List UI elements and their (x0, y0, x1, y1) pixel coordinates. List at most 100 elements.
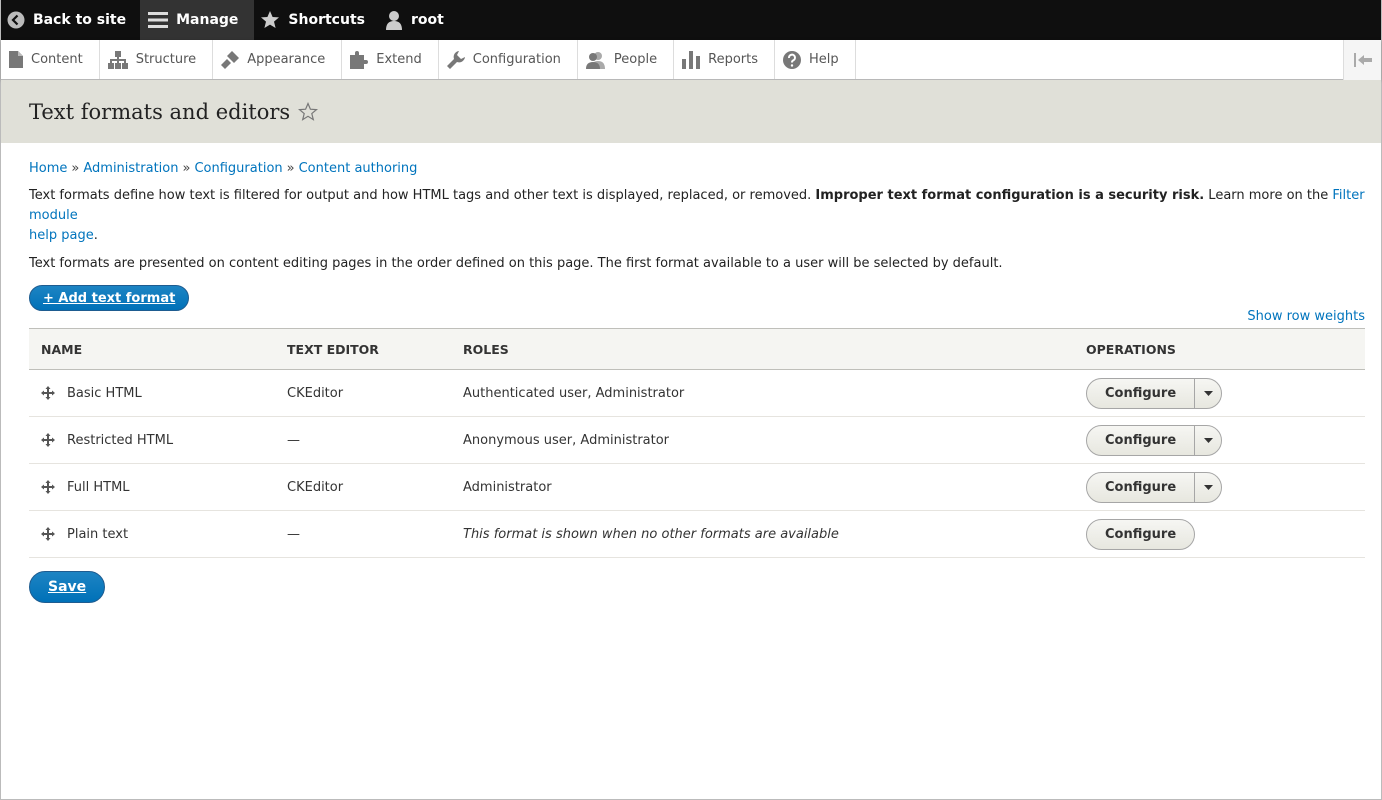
table-row: Restricted HTML — Anonymous user, Admini… (29, 416, 1365, 464)
format-name: Plain text (67, 526, 129, 542)
configure-button[interactable]: Configure (1087, 520, 1194, 549)
shortcut-star-icon[interactable] (298, 101, 319, 122)
tray-item-label: Content (31, 52, 83, 67)
wrench-icon (446, 50, 465, 69)
back-to-site-link[interactable]: Back to site (1, 0, 140, 40)
manage-tab[interactable]: Manage (140, 0, 255, 40)
format-editor: CKEditor (275, 463, 451, 511)
paintbrush-icon (221, 50, 240, 69)
tray-item-label: Appearance (247, 52, 326, 67)
table-header-row: Name Text editor Roles Operations (29, 328, 1365, 370)
format-editor: CKEditor (275, 369, 451, 417)
bar-chart-icon (682, 50, 701, 69)
drag-handle-icon[interactable] (41, 386, 55, 400)
breadcrumb-separator: » (286, 161, 295, 176)
puzzle-icon (350, 50, 369, 69)
tray-item-label: Configuration (472, 52, 561, 67)
tray-item-label: Help (809, 52, 839, 67)
description-text: Learn more on the (1204, 188, 1333, 203)
table-row: Plain text — This format is shown when n… (29, 510, 1365, 558)
shortcuts-tab[interactable]: Shortcuts (254, 0, 379, 40)
page-header: Text formats and editors (1, 80, 1381, 143)
breadcrumb: Home» Administration» Configuration» Conten… (29, 161, 1365, 176)
breadcrumb-home[interactable]: Home (29, 161, 67, 176)
back-to-site-label: Back to site (33, 12, 127, 28)
order-description: Text formats are presented on content ed… (29, 256, 1003, 271)
dropbutton-toggle[interactable] (1194, 472, 1221, 502)
tray-item-reports[interactable]: Reports (674, 40, 775, 79)
column-header-operations: Operations (1074, 328, 1365, 370)
format-name: Basic HTML (67, 385, 142, 401)
breadcrumb-administration[interactable]: Administration (83, 161, 178, 176)
breadcrumb-separator: » (71, 161, 80, 176)
format-roles: This format is shown when no other forma… (451, 510, 1074, 558)
tray-orientation-toggle[interactable] (1343, 40, 1381, 80)
add-text-format-button[interactable]: + Add text format (29, 285, 190, 311)
star-icon (261, 11, 280, 28)
dropbutton-toggle[interactable] (1194, 425, 1221, 455)
collapse-icon (1353, 53, 1372, 67)
manage-label: Manage (176, 12, 239, 28)
format-editor: — (275, 416, 451, 464)
format-name: Restricted HTML (67, 432, 174, 448)
column-header-text-editor: Text editor (275, 328, 451, 370)
people-icon (585, 51, 605, 69)
security-warning: Improper text format configuration is a … (815, 188, 1205, 203)
tray-item-appearance[interactable]: Appearance (213, 40, 343, 79)
operations-button: Configure (1086, 518, 1196, 550)
table-row: Basic HTML CKEditor Authenticated user, … (29, 369, 1365, 417)
tray-item-people[interactable]: People (578, 40, 675, 79)
help-page-link[interactable]: help page (29, 228, 94, 243)
document-icon (9, 51, 23, 68)
format-roles: Administrator (451, 463, 1074, 511)
tray-item-content[interactable]: Content (1, 40, 100, 79)
show-row-weights-link[interactable]: Show row weights (1247, 309, 1365, 324)
dropbutton-toggle[interactable] (1194, 378, 1221, 408)
column-header-name: Name (29, 328, 275, 370)
format-roles: Anonymous user, Administrator (451, 416, 1074, 464)
tray-item-structure[interactable]: Structure (100, 40, 214, 79)
page-description: Text formats define how text is filtered… (29, 186, 1365, 246)
breadcrumb-configuration[interactable]: Configuration (194, 161, 282, 176)
drag-handle-icon[interactable] (41, 433, 55, 447)
format-roles: Authenticated user, Administrator (451, 369, 1074, 417)
drag-handle-icon[interactable] (41, 480, 55, 494)
drag-handle-icon[interactable] (41, 527, 55, 541)
tray-item-extend[interactable]: Extend (342, 40, 439, 79)
configure-button[interactable]: Configure (1087, 473, 1194, 502)
tray-item-configuration[interactable]: Configuration (439, 40, 578, 79)
structure-icon (107, 50, 128, 69)
column-header-roles: Roles (451, 328, 1074, 370)
page-title: Text formats and editors (29, 99, 291, 124)
tray-item-label: Reports (708, 52, 758, 67)
tray-item-label: People (613, 52, 658, 67)
description-end: . (93, 228, 98, 243)
tray-item-help[interactable]: Help (775, 40, 856, 79)
breadcrumb-separator: » (182, 161, 191, 176)
description-text: Text formats define how text is filtered… (29, 188, 816, 203)
admin-toolbar: Back to site Manage Shortcuts root (1, 0, 1381, 40)
operations-dropbutton: Configure (1086, 377, 1223, 409)
format-editor: — (275, 510, 451, 558)
configure-button[interactable]: Configure (1087, 426, 1194, 455)
format-name: Full HTML (67, 479, 130, 495)
back-arrow-icon (7, 11, 25, 29)
save-button[interactable]: Save (29, 571, 106, 603)
user-label: root (410, 12, 444, 28)
text-formats-table: Name Text editor Roles Operations Basic … (29, 328, 1365, 558)
configure-button[interactable]: Configure (1087, 379, 1194, 408)
tray-item-label: Extend (376, 52, 422, 67)
shortcuts-label: Shortcuts (288, 12, 365, 28)
breadcrumb-content-authoring[interactable]: Content authoring (299, 161, 418, 176)
chevron-down-icon (1203, 390, 1213, 396)
tray-item-label: Structure (135, 52, 197, 67)
user-tab[interactable]: root (379, 0, 458, 40)
chevron-down-icon (1203, 437, 1213, 443)
user-icon (385, 11, 402, 30)
admin-menu-tray: Content Structure Appearance Extend Conf… (1, 40, 1381, 80)
table-row: Full HTML CKEditor Administrator Configu… (29, 463, 1365, 511)
hamburger-icon (148, 12, 169, 28)
main-content: Home» Administration» Configuration» Conten… (29, 143, 1365, 603)
operations-dropbutton: Configure (1086, 424, 1223, 456)
chevron-down-icon (1203, 484, 1213, 490)
